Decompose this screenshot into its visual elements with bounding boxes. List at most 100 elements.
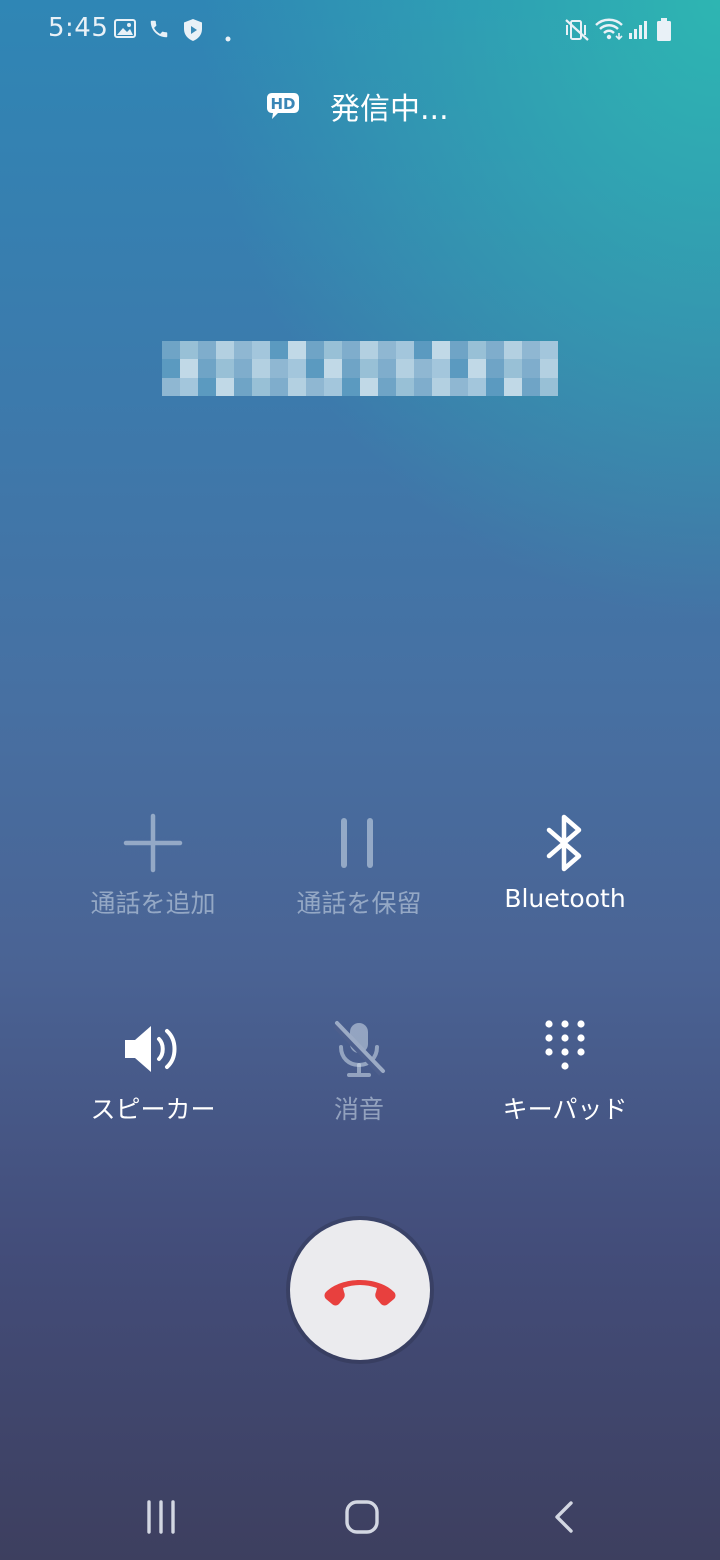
hd-label: HD [270, 95, 295, 113]
redaction-pixel [486, 359, 504, 378]
redaction-pixel [432, 341, 450, 360]
redaction-pixel [252, 341, 270, 360]
redaction-pixel [288, 359, 306, 378]
redaction-pixel [450, 359, 468, 378]
redaction-pixel [360, 377, 378, 396]
redaction-pixel [486, 341, 504, 360]
mute-button[interactable]: 消音 [249, 1014, 469, 1164]
redaction-pixel [396, 359, 414, 378]
redaction-pixel [450, 377, 468, 396]
redaction-pixel [324, 377, 342, 396]
redaction-pixel [540, 359, 558, 378]
redaction-pixel [234, 359, 252, 378]
end-call-button[interactable] [290, 1220, 430, 1360]
redaction-pixel [432, 377, 450, 396]
battery-icon [656, 18, 672, 46]
keypad-button[interactable]: キーパッド [455, 1014, 675, 1164]
mic-off-icon [333, 1021, 385, 1077]
speaker-icon [125, 1026, 177, 1072]
redaction-pixel [522, 359, 540, 378]
redaction-pixel [378, 341, 396, 360]
redaction-pixel [198, 341, 216, 360]
redaction-pixel [198, 377, 216, 396]
redaction-pixel [180, 377, 198, 396]
call-status: 発信中... [330, 92, 449, 127]
redaction-pixel [234, 341, 252, 360]
speaker-button[interactable]: スピーカー [43, 1014, 263, 1164]
redaction-pixel [324, 359, 342, 378]
redaction-pixel [504, 377, 522, 396]
status-time: 5:45 [48, 13, 109, 43]
gallery-icon [114, 18, 136, 44]
redaction-pixel [522, 341, 540, 360]
home-icon [345, 1500, 379, 1534]
redaction-pixel [180, 359, 198, 378]
home-button[interactable] [322, 1490, 402, 1544]
redaction-pixel [414, 359, 432, 378]
wifi-icon [594, 17, 624, 45]
redaction-pixel [360, 341, 378, 360]
signal-icon [628, 19, 650, 45]
redaction-pixel [504, 359, 522, 378]
redaction-pixel [324, 341, 342, 360]
pause-icon [341, 818, 373, 868]
redaction-pixel [252, 377, 270, 396]
redaction-pixel [432, 359, 450, 378]
redaction-pixel [378, 359, 396, 378]
mute-label: 消音 [333, 1095, 384, 1124]
shield-icon [182, 18, 204, 46]
redaction-pixel [360, 359, 378, 378]
redaction-pixel [342, 341, 360, 360]
redaction-pixel [540, 341, 558, 360]
recents-icon [147, 1500, 175, 1534]
redaction-pixel [270, 359, 288, 378]
redaction-pixel [486, 377, 504, 396]
redaction-pixel [396, 341, 414, 360]
redaction-pixel [306, 359, 324, 378]
redaction-pixel [414, 341, 432, 360]
redaction-pixel [162, 377, 180, 396]
redaction-pixel [288, 341, 306, 360]
vibrate-icon [564, 17, 590, 47]
redaction-pixel [468, 341, 486, 360]
redaction-pixel [522, 377, 540, 396]
phone-icon [148, 18, 170, 44]
redaction-pixel [288, 377, 306, 396]
redaction-pixel [270, 377, 288, 396]
call-header: HD 発信中... [0, 82, 720, 128]
hang-up-icon [324, 1280, 396, 1306]
redaction-pixel [234, 377, 252, 396]
keypad-label: キーパッド [502, 1095, 628, 1124]
speaker-label: スピーカー [90, 1095, 216, 1124]
redaction-pixel [342, 359, 360, 378]
status-bar: 5:45 [0, 0, 720, 60]
add-call-button[interactable]: 通話を追加 [43, 808, 263, 958]
add-call-label: 通話を追加 [90, 889, 216, 918]
hd-voice-icon: HD [264, 91, 300, 125]
hold-call-button[interactable]: 通話を保留 [249, 808, 469, 958]
redaction-pixel [540, 377, 558, 396]
redaction-pixel [180, 341, 198, 360]
redaction-pixel [342, 377, 360, 396]
call-screen: 5:45 HD 発信中... 通話を追加 通話を保留 Bluetooth スピー… [0, 0, 720, 1560]
redaction-pixel [252, 359, 270, 378]
redaction-pixel [378, 377, 396, 396]
redaction-pixel [306, 377, 324, 396]
back-button[interactable] [524, 1490, 604, 1544]
redaction-pixel [216, 359, 234, 378]
bluetooth-label: Bluetooth [504, 884, 626, 913]
redaction-pixel [450, 341, 468, 360]
hold-call-label: 通話を保留 [296, 889, 422, 918]
bluetooth-button[interactable]: Bluetooth [455, 808, 675, 958]
redaction-pixel [162, 359, 180, 378]
redaction-pixel [198, 359, 216, 378]
bluetooth-icon [546, 814, 582, 872]
redaction-pixel [468, 377, 486, 396]
redaction-pixel [306, 341, 324, 360]
keypad-icon [545, 1020, 585, 1070]
redaction-pixel [414, 377, 432, 396]
caller-number-redacted [162, 341, 558, 396]
redaction-pixel [270, 341, 288, 360]
redaction-pixel [396, 377, 414, 396]
recents-button[interactable] [121, 1490, 201, 1544]
